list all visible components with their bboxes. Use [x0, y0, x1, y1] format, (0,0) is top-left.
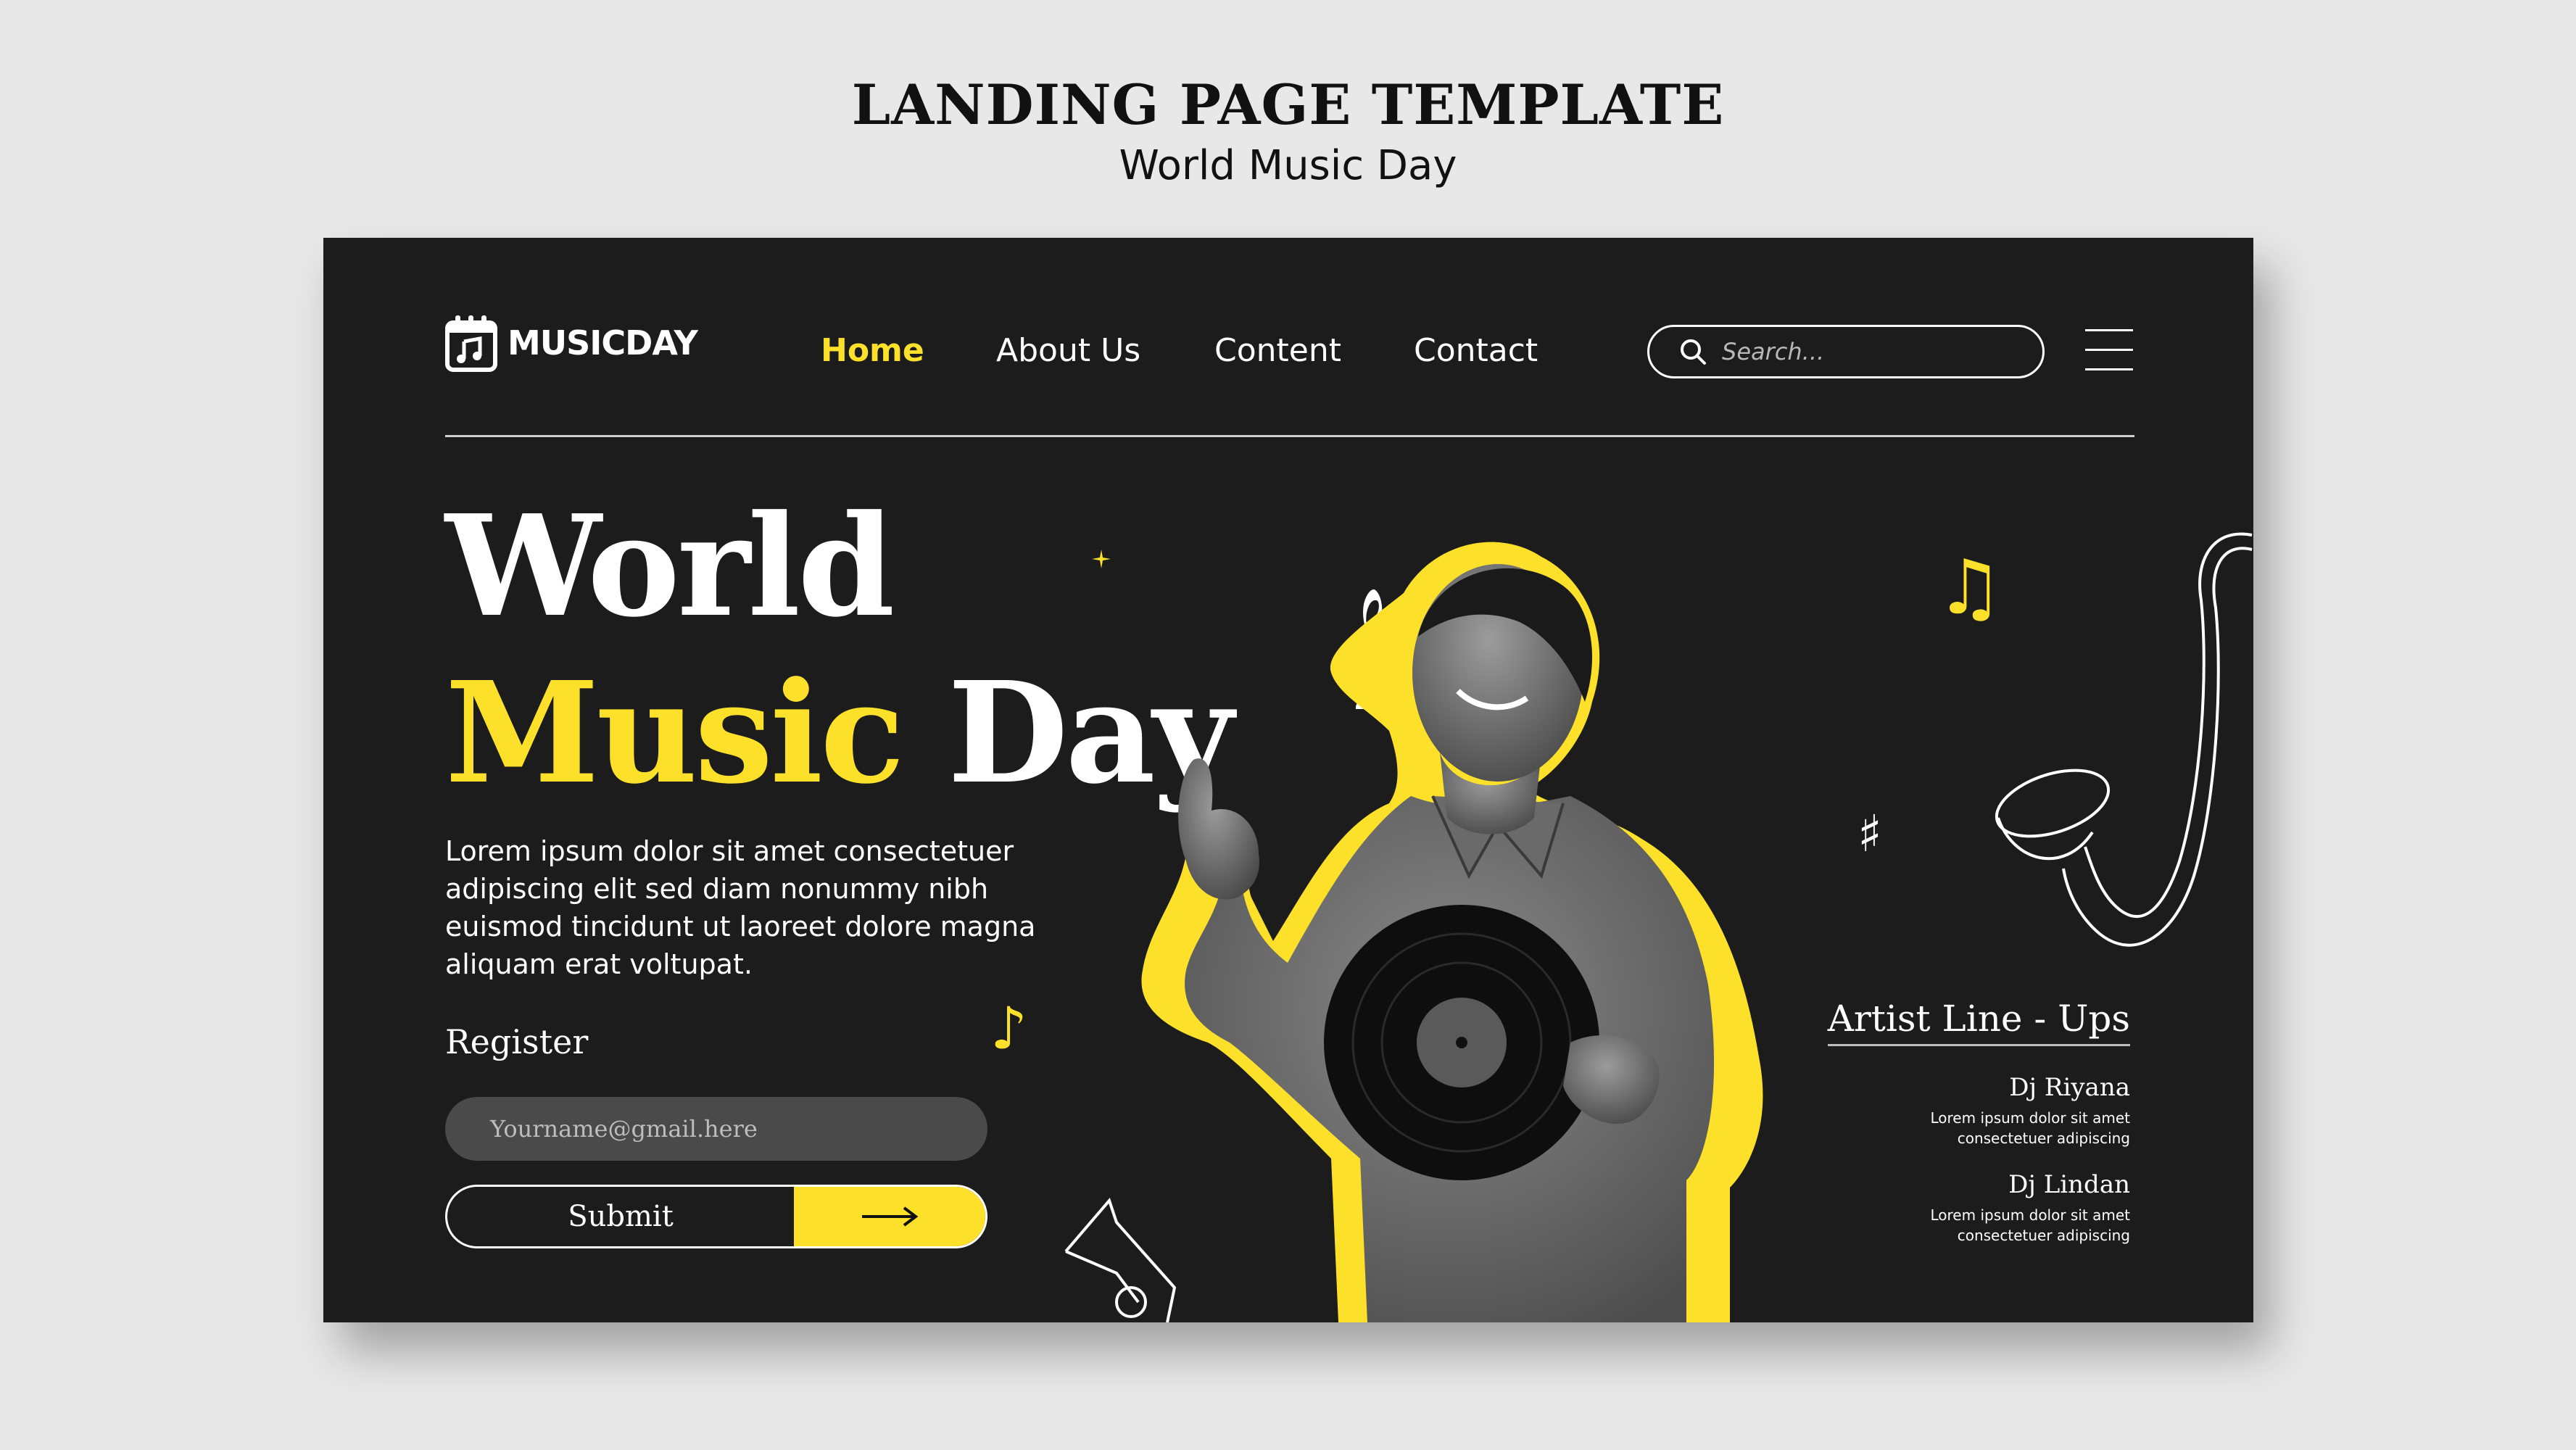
brand-name: MUSICDAY — [508, 323, 698, 362]
nav-content[interactable]: Content — [1214, 332, 1341, 369]
search-input[interactable]: Search... — [1647, 325, 2045, 378]
email-field[interactable]: Yourname@gmail.here — [445, 1097, 987, 1161]
artist-name: Dj Riyana — [2009, 1073, 2130, 1102]
hero-title-line1: World — [445, 485, 895, 648]
search-icon — [1681, 339, 1706, 365]
hero-title-highlight: Music — [445, 652, 905, 815]
submit-button[interactable]: Submit — [445, 1185, 987, 1248]
nav-home[interactable]: Home — [821, 332, 924, 369]
brand-logo[interactable]: MUSICDAY — [445, 314, 698, 372]
sharp-icon: ♯ — [1858, 804, 1882, 861]
svg-text:♯: ♯ — [1858, 804, 1882, 861]
search-placeholder: Search... — [1722, 338, 1825, 365]
saxophone-icon — [1995, 532, 2253, 947]
artist-item[interactable]: Dj Riyana Lorem ipsum dolor sit amet con… — [1891, 1073, 2130, 1148]
email-placeholder: Yourname@gmail.here — [490, 1115, 758, 1143]
menu-icon[interactable] — [2085, 329, 2133, 373]
hero-lead-text: Lorem ipsum dolor sit amet consectetuer … — [445, 835, 1036, 980]
artist-desc: Lorem ipsum dolor sit amet consectetuer … — [1930, 1206, 2130, 1244]
nav-divider — [445, 435, 2134, 437]
arrow-right-icon — [794, 1187, 985, 1246]
calendar-music-icon — [445, 315, 497, 372]
landing-page-frame: MUSICDAY Home About Us Content Contact S… — [323, 238, 2253, 1322]
artist-lineups-title: Artist Line - Ups — [1827, 998, 2130, 1046]
music-note-icon: ♪ — [990, 995, 1027, 1058]
artist-desc: Lorem ipsum dolor sit amet consectetuer … — [1930, 1109, 2130, 1147]
artist-name: Dj Lindan — [2008, 1170, 2130, 1199]
musician-photo — [1141, 542, 1763, 1322]
artist-item[interactable]: Dj Lindan Lorem ipsum dolor sit amet con… — [1891, 1170, 2130, 1246]
submit-label: Submit — [568, 1200, 674, 1233]
nav-about-us[interactable]: About Us — [996, 332, 1140, 369]
nav-contact[interactable]: Contact — [1414, 332, 1538, 369]
page-title: LANDING PAGE TEMPLATE — [851, 72, 1725, 137]
svg-text:♪: ♪ — [990, 995, 1027, 1058]
page-subtitle: World Music Day — [1119, 142, 1457, 189]
register-label: Register — [445, 1022, 589, 1061]
